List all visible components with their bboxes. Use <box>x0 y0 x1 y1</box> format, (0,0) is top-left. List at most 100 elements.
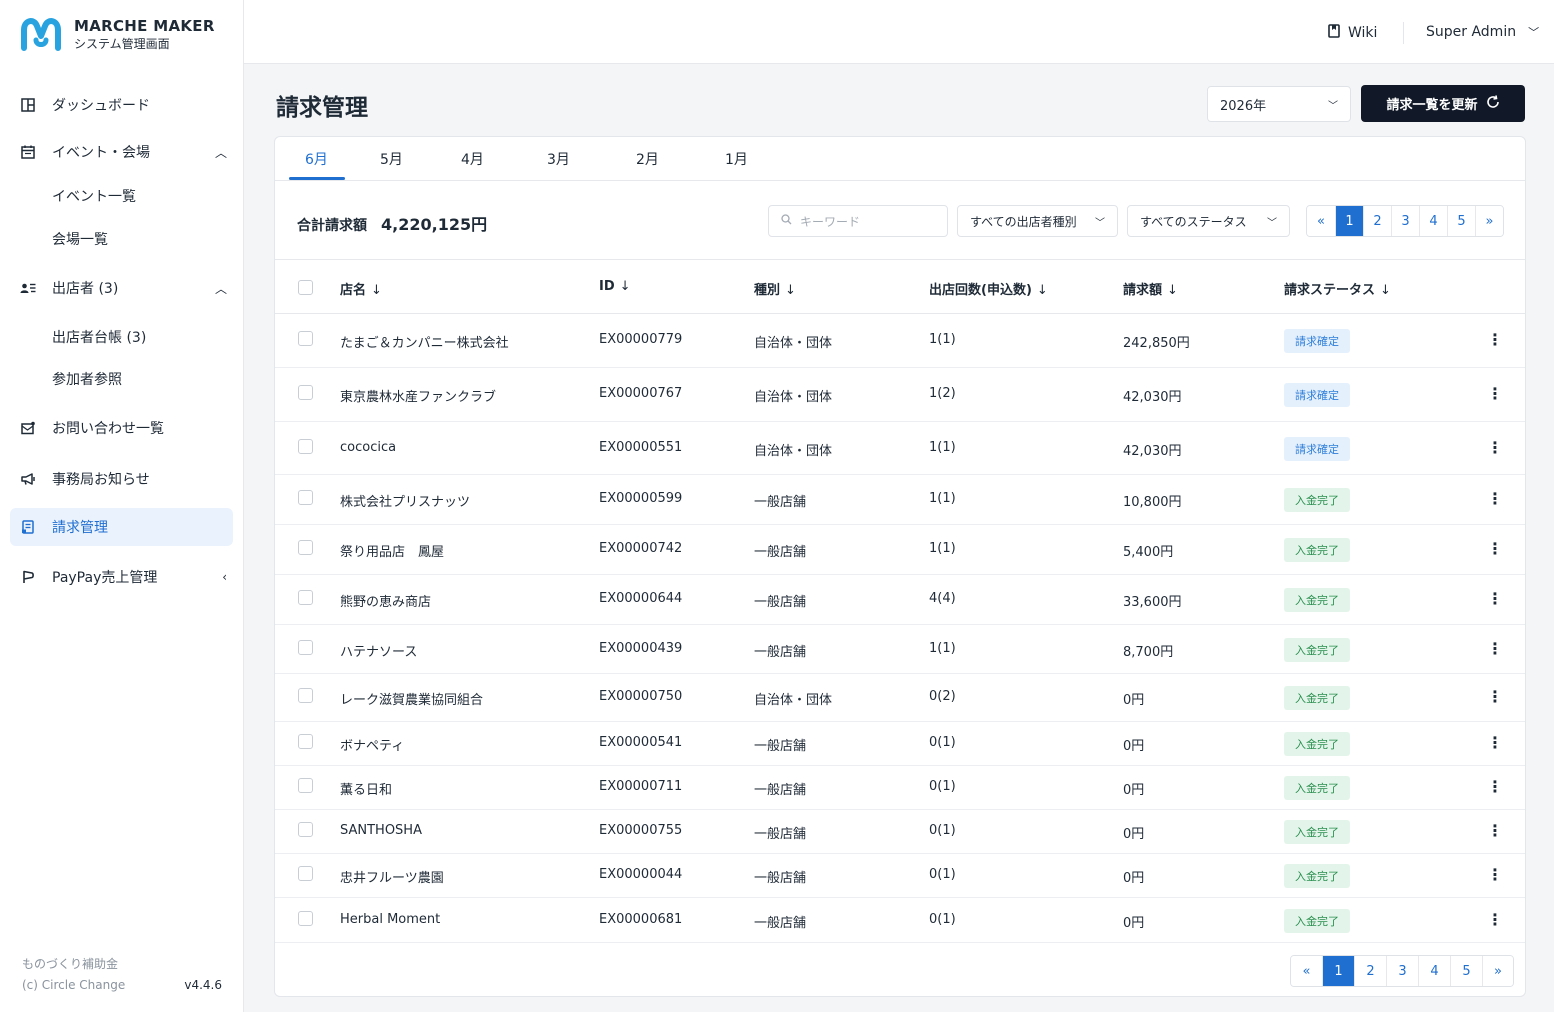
row-amount: 10,800円 <box>1123 495 1182 510</box>
vendor-type-select[interactable]: すべての出店者種別 ﹀ <box>957 205 1118 237</box>
chevron-up-icon: ︿ <box>214 281 227 296</box>
sidebar-item-announcements[interactable]: 事務局お知らせ <box>10 460 233 498</box>
table-row[interactable]: たまご＆カンパニー株式会社 EX00000779 自治体・団体 1(1) 242,850… <box>275 314 1525 368</box>
refresh-invoices-button[interactable]: 請求一覧を更新 <box>1361 85 1525 122</box>
status-select[interactable]: すべてのステータス ﹀ <box>1127 205 1290 237</box>
table-row[interactable]: SANTHOSHA EX00000755 一般店舗 0(1) 0円 入金完了 ⋮ <box>275 810 1525 854</box>
table-row[interactable]: 忠井フルーツ農園 EX00000044 一般店舗 0(1) 0円 入金完了 ⋮ <box>275 854 1525 898</box>
tab-march[interactable]: 3月 <box>547 149 570 169</box>
row-menu-kebab-icon[interactable]: ⋮ <box>1487 687 1503 706</box>
row-checkbox[interactable] <box>298 640 313 655</box>
column-header-id[interactable]: ID ↓ <box>599 279 631 294</box>
row-menu-kebab-icon[interactable]: ⋮ <box>1487 330 1503 349</box>
sidebar-subitem-venue-list[interactable]: 会場一覧 <box>52 229 108 249</box>
tab-june[interactable]: 6月 <box>305 149 328 169</box>
row-menu-kebab-icon[interactable]: ⋮ <box>1487 639 1503 658</box>
select-all-checkbox[interactable] <box>298 280 313 295</box>
sort-arrow-icon: ↓ <box>1380 283 1391 298</box>
pagination-prev[interactable]: « <box>1307 206 1335 236</box>
row-checkbox[interactable] <box>298 385 313 400</box>
table-row[interactable]: 熊野の恵み商店 EX00000644 一般店舗 4(4) 33,600円 入金完了 ⋮ <box>275 575 1525 625</box>
row-menu-kebab-icon[interactable]: ⋮ <box>1487 438 1503 457</box>
table-row[interactable]: 東京農林水産ファンクラブ EX00000767 自治体・団体 1(2) 42,030円 請… <box>275 368 1525 422</box>
pagination-page[interactable]: 1 <box>1335 206 1363 236</box>
row-menu-kebab-icon[interactable]: ⋮ <box>1487 821 1503 840</box>
row-type: 一般店舗 <box>754 827 807 842</box>
row-amount: 0円 <box>1123 916 1145 931</box>
tab-february[interactable]: 2月 <box>636 149 659 169</box>
logo[interactable]: MARCHE MAKER システム管理画面 <box>18 14 215 54</box>
column-header-amount[interactable]: 請求額 ↓ <box>1123 279 1178 298</box>
table-row[interactable]: cococica EX00000551 自治体・団体 1(1) 42,030円 請求確定 ⋮ <box>275 422 1525 475</box>
chevron-up-icon: ︿ <box>214 145 227 160</box>
row-menu-kebab-icon[interactable]: ⋮ <box>1487 777 1503 796</box>
row-checkbox[interactable] <box>298 490 313 505</box>
pagination-page[interactable]: 1 <box>1322 956 1354 986</box>
pagination-page[interactable]: 4 <box>1419 206 1447 236</box>
sidebar-item-billing[interactable]: 請求管理 <box>10 508 233 546</box>
table-header: 店名 ↓ ID ↓ 種別 ↓ 出店回数(申込数) ↓ 請求額 ↓ 請求ステータス ↓ <box>275 259 1525 314</box>
row-menu-kebab-icon[interactable]: ⋮ <box>1487 489 1503 508</box>
row-type: 自治体・団体 <box>754 693 833 708</box>
pagination-next[interactable]: » <box>1482 956 1513 986</box>
row-checkbox[interactable] <box>298 688 313 703</box>
row-checkbox[interactable] <box>298 866 313 881</box>
status-badge: 入金完了 <box>1284 488 1350 512</box>
table-row[interactable]: 薫る日和 EX00000711 一般店舗 0(1) 0円 入金完了 ⋮ <box>275 766 1525 810</box>
year-select[interactable]: 2026年 ﹀ <box>1207 86 1351 122</box>
row-menu-kebab-icon[interactable]: ⋮ <box>1487 539 1503 558</box>
pagination-page[interactable]: 3 <box>1391 206 1419 236</box>
pagination-page[interactable]: 2 <box>1363 206 1391 236</box>
row-store-name: 東京農林水産ファンクラブ <box>340 390 497 405</box>
sidebar-item-inquiries[interactable]: お問い合わせ一覧 <box>10 409 233 447</box>
row-menu-kebab-icon[interactable]: ⋮ <box>1487 384 1503 403</box>
sidebar-subitem-vendor-ledger[interactable]: 出店者台帳 (3) <box>52 327 146 347</box>
pagination-page[interactable]: 2 <box>1354 956 1386 986</box>
row-checkbox[interactable] <box>298 911 313 926</box>
column-header-name[interactable]: 店名 ↓ <box>340 279 382 298</box>
status-badge: 入金完了 <box>1284 732 1350 756</box>
tab-january[interactable]: 1月 <box>725 149 748 169</box>
table-row[interactable]: 株式会社プリスナッツ EX00000599 一般店舗 1(1) 10,800円 入金完了 ⋮ <box>275 475 1525 525</box>
table-row[interactable]: Herbal Moment EX00000681 一般店舗 0(1) 0円 入金完了 ⋮ <box>275 898 1525 943</box>
sidebar-subitem-participants[interactable]: 参加者参照 <box>52 369 122 389</box>
sidebar-item-dashboard[interactable]: ダッシュボード <box>10 86 233 124</box>
row-id: EX00000755 <box>599 823 683 838</box>
row-menu-kebab-icon[interactable]: ⋮ <box>1487 589 1503 608</box>
row-checkbox[interactable] <box>298 331 313 346</box>
row-checkbox[interactable] <box>298 439 313 454</box>
pagination-page[interactable]: 5 <box>1450 956 1482 986</box>
tab-may[interactable]: 5月 <box>380 149 403 169</box>
row-checkbox[interactable] <box>298 734 313 749</box>
sidebar-item-events[interactable]: イベント・会場 ︿ <box>10 133 233 171</box>
tab-april[interactable]: 4月 <box>461 149 484 169</box>
wiki-link[interactable]: Wiki <box>1328 24 1377 42</box>
column-header-count[interactable]: 出店回数(申込数) ↓ <box>929 279 1048 298</box>
pagination-page[interactable]: 4 <box>1418 956 1450 986</box>
table-row[interactable]: ハテナソース EX00000439 一般店舗 1(1) 8,700円 入金完了 ⋮ <box>275 625 1525 674</box>
row-menu-kebab-icon[interactable]: ⋮ <box>1487 865 1503 884</box>
row-menu-kebab-icon[interactable]: ⋮ <box>1487 733 1503 752</box>
row-checkbox[interactable] <box>298 822 313 837</box>
row-checkbox[interactable] <box>298 590 313 605</box>
row-checkbox[interactable] <box>298 540 313 555</box>
row-menu-kebab-icon[interactable]: ⋮ <box>1487 910 1503 929</box>
table-row[interactable]: ボナペティ EX00000541 一般店舗 0(1) 0円 入金完了 ⋮ <box>275 722 1525 766</box>
column-header-status[interactable]: 請求ステータス ↓ <box>1284 279 1391 298</box>
pagination-prev[interactable]: « <box>1291 956 1322 986</box>
column-label: 請求ステータス <box>1284 283 1376 298</box>
pagination-next[interactable]: » <box>1475 206 1503 236</box>
sidebar-item-label: お問い合わせ一覧 <box>52 421 164 437</box>
column-label: 請求額 <box>1123 283 1163 298</box>
column-header-type[interactable]: 種別 ↓ <box>754 279 796 298</box>
table-row[interactable]: レーク滋賀農業協同組合 EX00000750 自治体・団体 0(2) 0円 入金完了 ⋮ <box>275 674 1525 722</box>
table-row[interactable]: 祭り用品店 鳳屋 EX00000742 一般店舗 1(1) 5,400円 入金完了 ⋮ <box>275 525 1525 575</box>
sidebar-item-paypay[interactable]: PayPay売上管理 ‹ <box>10 558 233 596</box>
sidebar-item-vendors[interactable]: 出店者 (3) ︿ <box>10 269 233 307</box>
row-checkbox[interactable] <box>298 778 313 793</box>
pagination-page[interactable]: 3 <box>1386 956 1418 986</box>
sidebar-subitem-event-list[interactable]: イベント一覧 <box>52 186 136 206</box>
search-input[interactable]: キーワード <box>768 205 948 237</box>
pagination-page[interactable]: 5 <box>1447 206 1475 236</box>
user-menu[interactable]: Super Admin ﹀ <box>1426 24 1539 40</box>
